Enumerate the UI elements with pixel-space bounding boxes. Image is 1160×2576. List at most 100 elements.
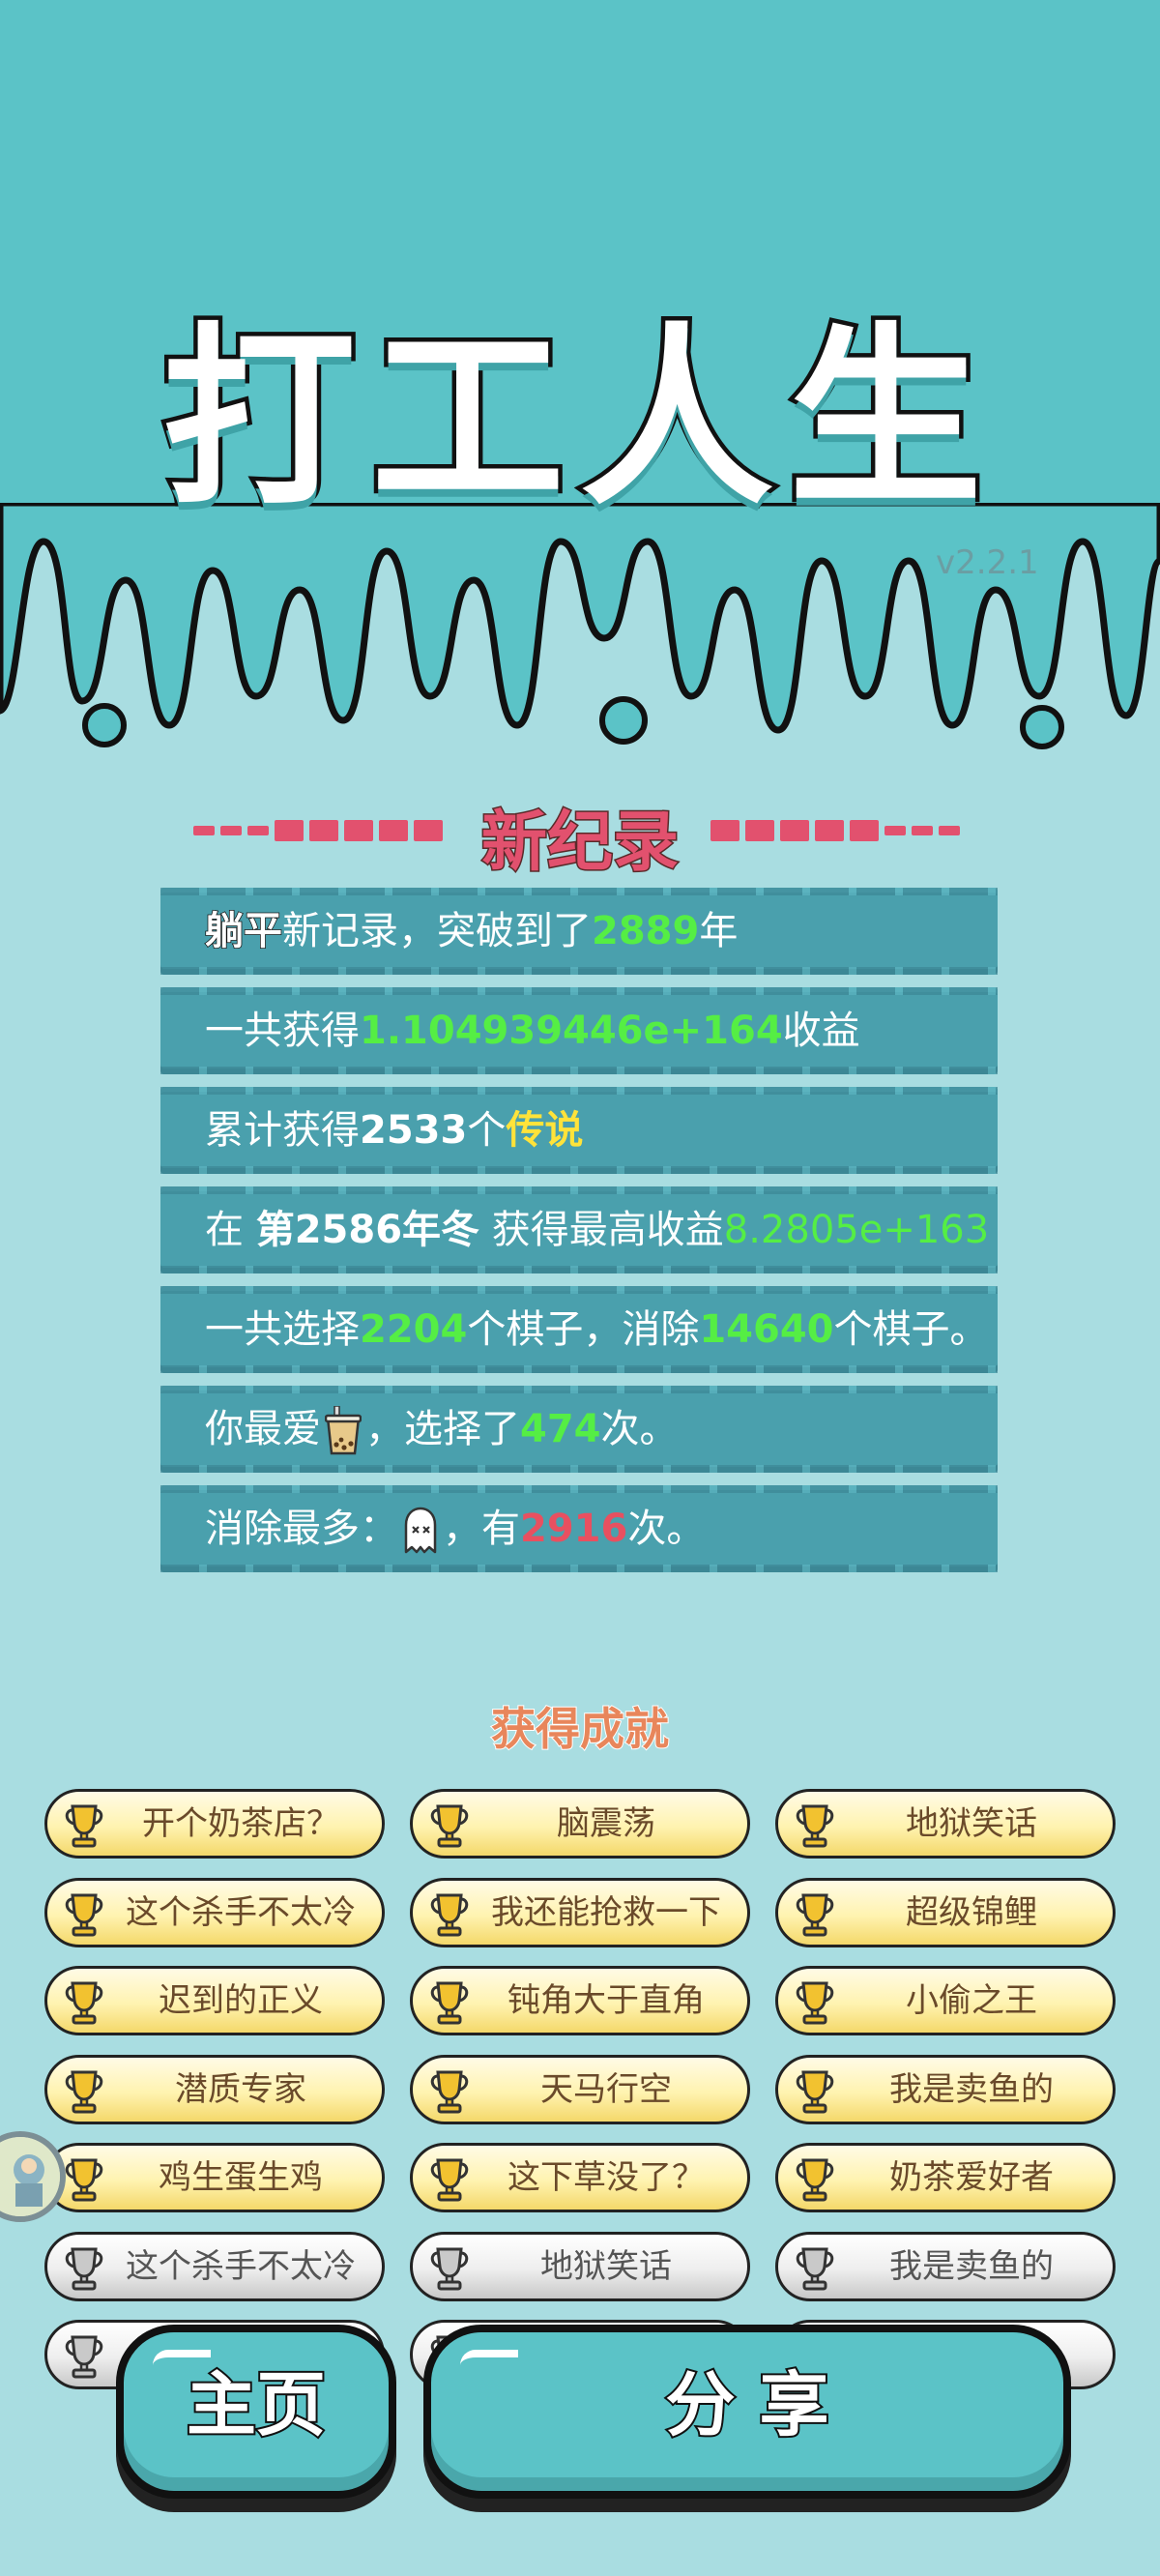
record-value: 2533 (360, 1108, 468, 1153)
record-value: 2916 (520, 1507, 628, 1551)
home-button-label: 主页 (185, 2362, 328, 2447)
button-shine (153, 2350, 211, 2365)
achievement-label: 脑震荡 (557, 1804, 655, 1843)
achievement-badge[interactable]: 钝角大于直角 (410, 1966, 750, 2035)
record-value: 8.2805e+163 (723, 1208, 990, 1252)
achievement-label: 地狱笑话 (906, 1804, 1037, 1843)
achievement-badge[interactable]: 这个杀手不太冷 (44, 2231, 385, 2301)
achievement-badge[interactable]: 超级锦鲤 (775, 1877, 1116, 1947)
record-row-highest-income: 在 第2586年冬 获得最高收益8.2805e+163 (160, 1186, 998, 1273)
record-text: 个棋子，消除 (467, 1307, 700, 1352)
record-text: ，选择了 (365, 1407, 520, 1451)
record-text: 消除最多： (205, 1507, 398, 1551)
trophy-icon (796, 1804, 834, 1848)
record-row-lying-flat: 躺平新记录，突破到了2889年 (160, 888, 998, 975)
trophy-icon (796, 2070, 834, 2113)
record-row-legends: 累计获得2533个传说 (160, 1087, 998, 1174)
record-text: 次。 (600, 1407, 679, 1451)
achievement-badge[interactable]: 这下草没了？ (410, 2143, 750, 2212)
achievement-label: 迟到的正义 (159, 1981, 323, 2020)
achievement-badge[interactable]: 鸡生蛋生鸡 (44, 2143, 385, 2212)
heading-dashes-right (710, 820, 966, 841)
record-text: 一共获得 (205, 1009, 360, 1053)
achievement-badge[interactable]: 小偷之王 (775, 1966, 1116, 2035)
trophy-icon (65, 1981, 103, 2025)
record-keyword: 躺平 (204, 908, 283, 954)
trophy-icon (65, 2247, 103, 2290)
achievement-label: 我还能抢救一下 (491, 1892, 721, 1932)
record-row-most-eliminated: 消除最多： ，有2916次。 (160, 1485, 998, 1572)
record-value: 14640 (699, 1307, 834, 1352)
achievement-label: 奶茶爱好者 (889, 2158, 1054, 2197)
record-text: 你最爱 (205, 1407, 321, 1451)
record-row-total-income: 一共获得1.104939446e+164收益 (160, 987, 998, 1074)
achievement-badge[interactable]: 我是卖鱼的 (775, 2231, 1116, 2301)
trophy-icon (430, 2070, 469, 2113)
achievement-badge[interactable]: 开个奶茶店？ (44, 1789, 385, 1859)
record-text: 次。 (627, 1507, 706, 1551)
achievement-label: 鸡生蛋生鸡 (159, 2158, 323, 2197)
trophy-icon (430, 2247, 469, 2290)
trophy-icon (65, 1804, 103, 1848)
achievement-label: 开个奶茶店？ (142, 1804, 339, 1843)
app-title: 打工人生 (158, 303, 998, 537)
trophy-icon (430, 1893, 469, 1936)
ghost-icon (404, 1507, 437, 1554)
trophy-icon (796, 1981, 834, 2025)
achievement-badge[interactable]: 地狱笑话 (410, 2231, 750, 2301)
record-text: 个棋子。 (833, 1307, 989, 1352)
record-text: 年 (699, 909, 739, 953)
record-legend-label: 传说 (506, 1108, 584, 1153)
achievement-badge[interactable]: 脑震荡 (410, 1789, 750, 1859)
achievement-badge[interactable]: 我是卖鱼的 (775, 2054, 1116, 2124)
trophy-icon (65, 2335, 103, 2379)
trophy-icon (65, 2158, 103, 2202)
record-season: 第2586年冬 (255, 1208, 480, 1252)
record-text: ，有 (443, 1507, 520, 1551)
record-value: 474 (520, 1407, 601, 1451)
record-text: 累计获得 (205, 1108, 360, 1153)
record-row-favorite: 你最爱 ，选择了474次。 (160, 1386, 998, 1473)
record-text: 个 (467, 1108, 507, 1153)
record-text: 获得最高收益 (479, 1208, 724, 1252)
achievement-badge[interactable]: 潜质专家 (44, 2054, 385, 2124)
achievement-badge[interactable]: 这个杀手不太冷 (44, 1877, 385, 1947)
trophy-icon (796, 2158, 834, 2202)
milk-tea-icon (325, 1406, 362, 1455)
achievement-label: 这下草没了？ (508, 2158, 705, 2197)
share-button[interactable]: 分 享 (423, 2325, 1071, 2499)
achievement-label: 小偷之王 (906, 1981, 1037, 2020)
achievement-label: 这个杀手不太冷 (126, 1892, 356, 1932)
record-text: 收益 (782, 1009, 860, 1053)
trophy-icon (796, 1893, 834, 1936)
version-label: v2.2.1 (936, 543, 1039, 582)
avatar-image (0, 2137, 60, 2216)
achievement-label: 超级锦鲤 (906, 1892, 1037, 1932)
achievement-badge[interactable]: 地狱笑话 (775, 1789, 1116, 1859)
achievement-label: 钝角大于直角 (508, 1981, 705, 2020)
button-shine (460, 2350, 518, 2365)
record-text: 新记录，突破到了 (282, 909, 592, 953)
achievement-label: 我是卖鱼的 (889, 2246, 1054, 2286)
avatar[interactable] (0, 2131, 66, 2222)
achievement-badge[interactable]: 我还能抢救一下 (410, 1877, 750, 1947)
achievement-label: 这个杀手不太冷 (126, 2246, 356, 2286)
achievement-badge[interactable]: 天马行空 (410, 2054, 750, 2124)
trophy-icon (796, 2247, 834, 2290)
new-record-title: 新纪录 (479, 804, 680, 883)
share-button-label: 分 享 (663, 2362, 830, 2447)
record-value: 1.104939446e+164 (360, 1009, 783, 1053)
trophy-icon (65, 2070, 103, 2113)
home-button[interactable]: 主页 (116, 2325, 396, 2499)
trophy-icon (430, 1804, 469, 1848)
achievement-label: 潜质专家 (175, 2069, 306, 2109)
achievements-title: 获得成就 (490, 1702, 670, 1756)
achievement-label: 天马行空 (540, 2069, 672, 2109)
record-text: 一共选择 (205, 1307, 360, 1352)
trophy-icon (65, 1893, 103, 1936)
achievement-badge[interactable]: 迟到的正义 (44, 1966, 385, 2035)
record-value: 2889 (592, 909, 700, 953)
achievement-badge[interactable]: 奶茶爱好者 (775, 2143, 1116, 2212)
trophy-icon (430, 1981, 469, 2025)
achievement-label: 我是卖鱼的 (889, 2069, 1054, 2109)
